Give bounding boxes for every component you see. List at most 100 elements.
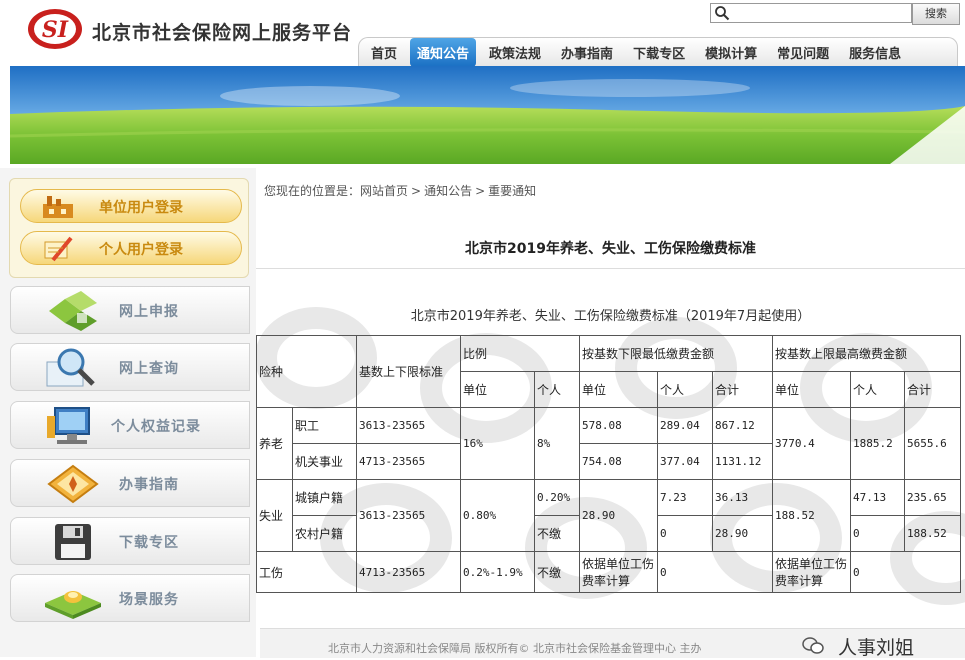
cell-max-individual: 0 bbox=[850, 551, 962, 593]
nav-notices[interactable]: 通知公告 bbox=[410, 38, 477, 67]
header-base-range: 基数上下限标准 bbox=[356, 335, 462, 408]
cell-base-range: 3613-23565 bbox=[356, 479, 462, 552]
table-header-row: 险种 基数上下限标准 比例 按基数下限最低缴费金额 按基数上限最高缴费金额 bbox=[255, 335, 962, 408]
cell-max-individual: 1885.2 bbox=[850, 407, 906, 480]
nav-faq[interactable]: 常见问题 bbox=[777, 43, 829, 62]
cell-ratio-unit: 0.2%-1.9% bbox=[460, 551, 536, 593]
nav-policies[interactable]: 政策法规 bbox=[489, 43, 541, 62]
magnifier-icon bbox=[46, 348, 95, 387]
header-max-amount: 按基数上限最高缴费金额 bbox=[772, 335, 962, 372]
sidebar-item-scene-service[interactable]: 场景服务 bbox=[10, 574, 250, 622]
row-type-unemployment: 失业 bbox=[256, 479, 293, 552]
unit-login-button[interactable]: 单位用户登录 bbox=[20, 189, 242, 223]
table-row: 失业 城镇户籍 3613-23565 0.80% 0.20% 28.90 7.2… bbox=[256, 479, 962, 552]
cell-max-unit: 188.52 bbox=[772, 479, 852, 552]
search-button[interactable]: 搜索 bbox=[912, 3, 960, 25]
breadcrumb-home[interactable]: 网站首页 bbox=[360, 184, 408, 198]
nav-guide[interactable]: 办事指南 bbox=[561, 43, 613, 62]
cell-max-total: 235.65 bbox=[904, 479, 962, 516]
header-min-amount: 按基数下限最低缴费金额 bbox=[579, 335, 774, 372]
breadcrumb-notices[interactable]: 通知公告 bbox=[424, 184, 472, 198]
breadcrumb-separator: > bbox=[411, 184, 422, 198]
header-total: 合计 bbox=[904, 371, 962, 408]
nav-service-info[interactable]: 服务信息 bbox=[849, 43, 901, 62]
fee-standard-table: 险种 基数上下限标准 比例 按基数下限最低缴费金额 按基数上限最高缴费金额 单位… bbox=[255, 335, 962, 593]
wechat-icon bbox=[802, 637, 824, 654]
tray-icon bbox=[45, 591, 101, 619]
footer-copyright: 北京市人力资源和社会保障局 版权所有© 北京市社会保险基金管理中心 主办 bbox=[328, 642, 702, 655]
cell-min-individual: 0 bbox=[657, 515, 714, 552]
floppy-disk-icon bbox=[55, 524, 91, 560]
factory-icon bbox=[43, 196, 73, 218]
table-row: 养老 职工 3613-23565 16% 8% 578.08 289.04 86… bbox=[256, 407, 962, 480]
header-total: 合计 bbox=[712, 371, 774, 408]
puzzle-icon bbox=[49, 291, 97, 331]
cell-min-unit: 578.08 bbox=[579, 407, 659, 444]
search-input[interactable] bbox=[710, 3, 912, 23]
row-type-pension: 养老 bbox=[256, 407, 293, 480]
cell-base-range: 4713-23565 bbox=[356, 551, 462, 593]
cell-min-individual: 289.04 bbox=[657, 407, 714, 444]
watermark-account-name: 人事刘姐 bbox=[838, 637, 915, 659]
nav-calculator[interactable]: 模拟计算 bbox=[705, 43, 757, 62]
sidebar-item-label: 下载专区 bbox=[119, 535, 179, 551]
cell-min-individual: 377.04 bbox=[657, 443, 714, 480]
nav-downloads[interactable]: 下载专区 bbox=[633, 43, 685, 62]
cell-min-total: 36.13 bbox=[712, 479, 774, 516]
sidebar-item-online-query[interactable]: 网上查询 bbox=[10, 343, 250, 391]
article-title: 北京市2019年养老、失业、工伤保险缴费标准 bbox=[465, 241, 756, 257]
cell-base-range: 4713-23565 bbox=[356, 443, 462, 480]
header-individual: 个人 bbox=[534, 371, 581, 408]
cell-min-unit: 754.08 bbox=[579, 443, 659, 480]
breadcrumb-separator: > bbox=[475, 184, 486, 198]
cell-min-total: 867.12 bbox=[712, 407, 774, 444]
personal-login-button[interactable]: 个人用户登录 bbox=[20, 231, 242, 265]
sidebar-item-downloads[interactable]: 下载专区 bbox=[10, 517, 250, 565]
site-logo[interactable]: SI bbox=[26, 6, 84, 52]
sidebar-item-label: 个人权益记录 bbox=[111, 419, 201, 435]
cell-ratio-individual: 不缴 bbox=[534, 551, 581, 593]
unit-login-label: 单位用户登录 bbox=[99, 200, 183, 216]
cell-min-individual: 0 bbox=[657, 551, 774, 593]
cell-max-individual: 47.13 bbox=[850, 479, 906, 516]
header-unit: 单位 bbox=[772, 371, 852, 408]
row-subtype: 职工 bbox=[291, 407, 358, 444]
nav-home[interactable]: 首页 bbox=[371, 43, 397, 62]
header-ratio: 比例 bbox=[460, 335, 581, 372]
table-caption: 北京市2019年养老、失业、工伤保险缴费标准（2019年7月起使用） bbox=[410, 309, 811, 324]
cell-max-total: 188.52 bbox=[904, 515, 962, 552]
cell-min-total: 1131.12 bbox=[712, 443, 774, 480]
pen-icon bbox=[44, 236, 73, 262]
table-row: 工伤 4713-23565 0.2%-1.9% 不缴 依据单位工伤费率计算 0 … bbox=[255, 551, 962, 593]
login-panel: 单位用户登录 个人用户登录 bbox=[9, 178, 249, 278]
cell-max-total: 5655.6 bbox=[904, 407, 962, 480]
sidebar-item-online-declare[interactable]: 网上申报 bbox=[10, 286, 250, 334]
search-icon bbox=[715, 6, 730, 21]
sidebar-item-label: 网上查询 bbox=[119, 361, 179, 377]
cell-min-unit: 依据单位工伤费率计算 bbox=[579, 551, 659, 593]
row-subtype: 城镇户籍 bbox=[291, 479, 358, 516]
cell-min-individual: 7.23 bbox=[657, 479, 714, 516]
breadcrumb-important[interactable]: 重要通知 bbox=[488, 184, 536, 198]
cell-max-unit: 3770.4 bbox=[772, 407, 852, 480]
site-title: 北京市社会保险网上服务平台 bbox=[92, 22, 353, 44]
row-subtype: 农村户籍 bbox=[291, 515, 358, 552]
logo-letters: SI bbox=[42, 17, 69, 43]
cell-ratio-unit: 16% bbox=[460, 407, 536, 480]
row-subtype: 机关事业 bbox=[291, 443, 358, 480]
cell-max-individual: 0 bbox=[850, 515, 906, 552]
site-header: SI 北京市社会保险网上服务平台 搜索 首页 通知公告 政策法规 办事指南 下载… bbox=[0, 0, 965, 67]
cell-min-unit: 28.90 bbox=[579, 479, 659, 552]
sidebar: 单位用户登录 个人用户登录 网上申报 网上查询 个人权益记录 办事指南 下载专区… bbox=[0, 168, 256, 657]
sidebar-item-label: 网上申报 bbox=[119, 304, 179, 320]
breadcrumb: 您现在的位置是：网站首页 > 通知公告 > 重要通知 bbox=[264, 182, 536, 199]
header-unit: 单位 bbox=[460, 371, 536, 408]
header-individual: 个人 bbox=[850, 371, 906, 408]
computer-icon bbox=[47, 407, 90, 444]
sidebar-item-label: 场景服务 bbox=[119, 592, 179, 608]
sidebar-item-guide[interactable]: 办事指南 bbox=[10, 459, 250, 507]
compass-icon bbox=[47, 464, 99, 504]
personal-login-label: 个人用户登录 bbox=[99, 242, 183, 258]
sidebar-item-personal-records[interactable]: 个人权益记录 bbox=[10, 401, 250, 449]
title-divider bbox=[256, 268, 965, 269]
